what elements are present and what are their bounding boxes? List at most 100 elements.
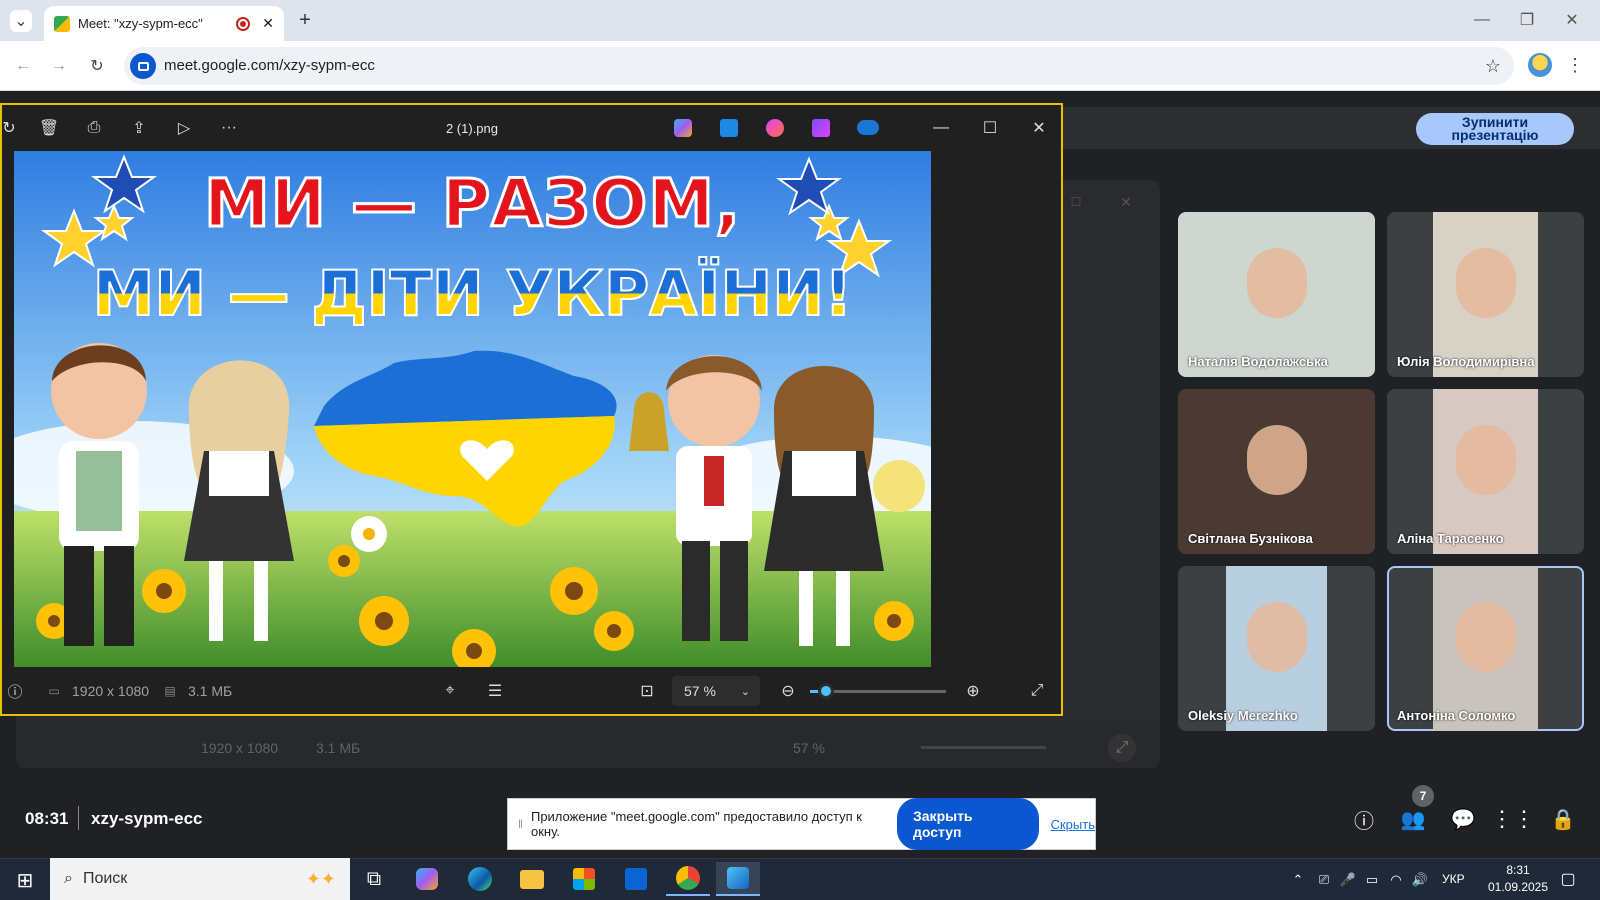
tray-chevron-icon[interactable]: ⌃: [1288, 870, 1308, 890]
people-icon[interactable]: 👥: [1398, 805, 1428, 833]
participant-name: Юлія Володимирівна: [1397, 354, 1535, 369]
zoom-dropdown[interactable]: 57 % ⌄: [672, 676, 760, 706]
image-filesize: 3.1 МБ: [188, 683, 233, 699]
outlook-icon[interactable]: [614, 862, 658, 896]
zoom-slider-handle[interactable]: [818, 683, 835, 699]
bookmark-star-icon[interactable]: ☆: [1480, 53, 1506, 79]
text-extract-icon[interactable]: ☰: [482, 678, 508, 704]
stop-sharing-button[interactable]: Закрыть доступ: [897, 798, 1039, 850]
volume-icon[interactable]: 🔊: [1410, 870, 1430, 890]
poster-title-line2: МИ — ДІТИ УКРАЇНИ!: [14, 256, 931, 331]
print-icon[interactable]: ⎙: [81, 115, 107, 141]
meet-favicon-icon: [54, 15, 70, 32]
search-placeholder: Поиск: [82, 870, 128, 887]
participant-video: [1433, 389, 1538, 554]
tab-close-icon[interactable]: ✕: [262, 15, 274, 32]
chat-icon[interactable]: 💬: [1449, 805, 1477, 833]
chrome-icon[interactable]: [666, 862, 710, 896]
microphone-icon[interactable]: 🎤: [1338, 870, 1358, 890]
participant-tile[interactable]: Oleksiy Merezhko: [1178, 566, 1375, 731]
participant-video: [1433, 212, 1538, 377]
system-clock[interactable]: 8:31 01.09.2025: [1478, 862, 1558, 896]
participant-tile[interactable]: Аліна Тарасенко: [1387, 389, 1584, 554]
clock-time: 8:31: [1506, 863, 1530, 877]
notifications-icon[interactable]: ▢: [1555, 867, 1581, 891]
host-controls-icon[interactable]: 🔒: [1549, 805, 1577, 833]
preview-filesize: 3.1 МБ: [316, 740, 361, 756]
wifi-icon[interactable]: ◠: [1386, 870, 1406, 890]
zoom-out-icon[interactable]: ⊖: [775, 678, 801, 704]
browser-menu-icon[interactable]: ⋮: [1565, 53, 1585, 77]
new-tab-button[interactable]: +: [293, 8, 317, 32]
info-icon[interactable]: ⓘ: [4, 680, 26, 702]
minimize-window-button[interactable]: —: [1470, 8, 1494, 32]
image-viewer-window[interactable]: ↻ 🗑 ⎙ ⇪ ▷ ··· 2 (1).png — ☐ ✕ МИ — РАЗОМ…: [0, 103, 1063, 716]
participant-video: [1226, 566, 1327, 731]
participant-name: Аліна Тарасенко: [1397, 531, 1504, 546]
browser-tab[interactable]: Meet: "xzy-sypm-ecc" ✕: [44, 6, 284, 41]
activities-icon[interactable]: ⋮⋮: [1491, 805, 1535, 833]
reload-icon[interactable]: ↻: [84, 53, 110, 79]
participant-name: Антоніна Соломко: [1397, 708, 1516, 723]
stop-presenting-label: Зупинити презентацію: [1451, 114, 1539, 143]
search-icon: ⌕: [64, 870, 73, 887]
rotate-icon[interactable]: ↻: [2, 117, 16, 139]
stop-presenting-button[interactable]: Зупинити презентацію: [1416, 113, 1574, 145]
input-language[interactable]: УКР: [1442, 872, 1465, 886]
participant-face: [1455, 602, 1516, 673]
participant-face: [1455, 425, 1516, 496]
visual-search-icon[interactable]: ⌖: [437, 678, 463, 704]
edit-photo-icon[interactable]: [720, 119, 738, 137]
paint-icon[interactable]: [766, 119, 784, 137]
drag-handle-icon[interactable]: ‖: [518, 817, 523, 831]
fullscreen-icon[interactable]: ⤢: [1024, 678, 1050, 704]
file-explorer-icon[interactable]: [510, 862, 554, 896]
meeting-code: xzy-sypm-ecc: [91, 809, 203, 828]
preview-maximize-icon: ☐: [1070, 195, 1082, 209]
photos-icon[interactable]: [716, 862, 760, 896]
battery-icon[interactable]: ▭: [1362, 870, 1382, 890]
actual-size-icon[interactable]: ⊡: [634, 678, 660, 704]
taskbar-search[interactable]: ⌕ Поиск ✦✦: [50, 858, 350, 900]
profile-avatar[interactable]: [1528, 53, 1552, 77]
camera-in-use-icon[interactable]: ⎚: [1314, 870, 1334, 890]
people-count-badge: 7: [1412, 785, 1434, 807]
participant-name: Наталія Водолажська: [1188, 354, 1328, 369]
preview-resolution: 1920 x 1080: [201, 740, 279, 756]
copilot-taskbar-icon[interactable]: [405, 862, 449, 896]
clipchamp-icon[interactable]: [812, 119, 830, 137]
site-info-icon[interactable]: [130, 53, 156, 79]
recording-indicator-icon: [236, 16, 251, 31]
edge-icon[interactable]: [458, 862, 502, 896]
meeting-info-icon[interactable]: ⓘ: [1350, 805, 1378, 833]
preview-close-icon: ✕: [1120, 193, 1132, 210]
microsoft-store-icon[interactable]: [562, 862, 606, 896]
restore-window-button[interactable]: ❐: [1515, 8, 1539, 32]
viewer-filename: 2 (1).png: [445, 121, 499, 136]
zoom-in-icon[interactable]: ⊕: [960, 678, 986, 704]
slideshow-icon[interactable]: ▷: [171, 115, 197, 141]
participant-tile[interactable]: Світлана Бузнікова: [1178, 389, 1375, 554]
viewer-minimize-icon[interactable]: —: [928, 115, 954, 141]
participant-face: [1246, 602, 1307, 673]
back-icon[interactable]: ←: [10, 53, 36, 79]
participant-tile[interactable]: Наталія Водолажська: [1178, 212, 1375, 377]
more-options-icon[interactable]: ···: [216, 115, 242, 141]
viewer-maximize-icon[interactable]: ☐: [977, 115, 1003, 141]
share-icon[interactable]: ⇪: [126, 115, 152, 141]
windows-start-icon[interactable]: ⊞: [12, 867, 38, 893]
resolution-icon: ▭: [48, 684, 60, 698]
participant-tile[interactable]: Юлія Володимирівна: [1387, 212, 1584, 377]
forward-icon[interactable]: →: [46, 53, 72, 79]
address-bar[interactable]: meet.google.com/xzy-sypm-ecc ☆: [124, 47, 1514, 85]
notice-text: Приложение "meet.google.com" предоставил…: [530, 809, 862, 839]
onedrive-icon[interactable]: [857, 120, 879, 135]
hide-notice-link[interactable]: Скрыть: [1051, 817, 1095, 832]
tab-search-icon[interactable]: ⌄: [10, 10, 32, 32]
delete-icon[interactable]: 🗑: [36, 115, 62, 141]
viewer-close-icon[interactable]: ✕: [1026, 115, 1052, 141]
task-view-icon[interactable]: ⧉: [352, 862, 396, 896]
participant-tile[interactable]: Антоніна Соломко: [1387, 566, 1584, 731]
close-window-button[interactable]: ✕: [1560, 8, 1584, 32]
copilot-icon[interactable]: [674, 119, 692, 137]
